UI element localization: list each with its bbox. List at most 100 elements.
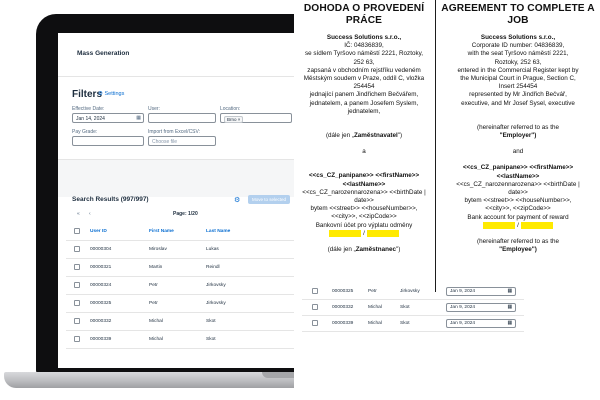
column-header-user-id[interactable]: User ID — [90, 229, 107, 234]
cell-first-name: Michal — [149, 319, 163, 324]
cell-first-name: Michal — [149, 337, 163, 342]
calendar-icon[interactable]: ▦ — [507, 321, 512, 326]
column-header-last-name[interactable]: Last Name — [206, 229, 230, 234]
cell-last-name: Skot — [206, 319, 216, 324]
en-employer-prefix: (hereinafter referred to as the — [477, 123, 559, 131]
en-employee-address: bytem <<street>> <<houseNumber>>, — [464, 197, 572, 205]
table-row[interactable]: 00000339 Michal Skot Jan 9, 2024 ▦ — [302, 316, 524, 332]
en-employee-city: <<city>>, <<zipCode>> — [485, 205, 551, 213]
bank-field-highlight — [483, 221, 516, 229]
row-checkbox[interactable] — [312, 288, 318, 294]
cell-user-id: 00000304 — [90, 247, 112, 252]
en-employee-names: <<cs_CZ_panipane>> <<firstName>> — [462, 164, 574, 172]
date-value: Jan 9, 2024 — [450, 289, 476, 294]
row-checkbox[interactable] — [74, 300, 80, 306]
cell-first-name: Michal — [368, 321, 382, 326]
row-checkbox[interactable] — [74, 246, 80, 252]
effective-date-input[interactable]: Jan 14, 2024 ▦ — [72, 113, 144, 123]
row-checkbox[interactable] — [74, 282, 80, 288]
prev-page-icon[interactable]: ‹ — [89, 211, 91, 217]
en-employee-born: <<cs_CZ_narozennarozena>> <<birthDate | — [456, 180, 580, 188]
bank-field-highlight — [329, 229, 362, 237]
cz-bank-slash: / — [363, 230, 365, 238]
pay-grade-input[interactable] — [72, 136, 144, 146]
cz-employee-names: <<cs_CZ_panipane>> <<firstName>> — [308, 172, 420, 180]
cz-company-line: 254454 — [353, 83, 375, 91]
calendar-icon[interactable]: ▦ — [507, 289, 512, 294]
location-token[interactable]: Brno × — [224, 116, 244, 123]
english-column: AGREEMENT TO COMPLETE A JOB Success Solu… — [438, 0, 598, 255]
en-employee-lastname: <<lastName>> — [496, 172, 540, 180]
select-all-checkbox[interactable] — [74, 228, 80, 234]
location-input[interactable]: Brno × — [220, 113, 292, 123]
settings-link[interactable]: ⚙ Settings — [98, 91, 124, 97]
en-company-line: Insert 254454 — [498, 83, 538, 91]
cz-employee-ref: (dále jen „Zaměstnanec") — [294, 246, 434, 254]
table-row[interactable]: 00000332 Michal Skot Jan 9, 2024 ▦ — [302, 300, 524, 316]
en-company-line: the Municipal Court in Prague, Section C… — [460, 75, 576, 83]
cz-employee-ref-suffix: ") — [395, 246, 401, 254]
page-label: Page: 1/20 — [173, 211, 198, 217]
cell-first-name: Petr — [368, 289, 377, 294]
calendar-icon[interactable]: ▦ — [507, 305, 512, 310]
date-input[interactable]: Jan 9, 2024 ▦ — [446, 303, 516, 312]
cell-last-name: Skot — [400, 305, 410, 310]
cz-employer-term: Zaměstnavatel — [353, 132, 398, 140]
en-company-line: executive, and Mr Josef Sysel, executive — [461, 99, 575, 107]
cell-user-id: 00000325 — [90, 301, 112, 306]
cell-user-id: 00000325 — [332, 289, 354, 294]
cz-employee-born: <<cs_CZ_narozennarozena>> <<birthDate | — [302, 188, 426, 196]
cz-company-line: se sídlem Tyršovo náměstí 2221, Roztoky, — [304, 50, 424, 58]
gear-icon[interactable]: ⚙ — [234, 196, 240, 204]
cell-user-id: 00000332 — [332, 305, 354, 310]
en-employee-date: date>> — [508, 189, 528, 197]
import-placeholder: Choose file — [152, 139, 178, 145]
date-input[interactable]: Jan 9, 2024 ▦ — [446, 319, 516, 328]
table-row[interactable]: 00000325 Petr Jirkovsky Jan 9, 2024 ▦ — [302, 284, 524, 300]
row-checkbox[interactable] — [74, 336, 80, 342]
user-label: User: — [148, 106, 160, 112]
row-checkbox[interactable] — [74, 318, 80, 324]
date-value: Jan 9, 2024 — [450, 321, 476, 326]
row-checkbox[interactable] — [74, 264, 80, 270]
en-company-line: Corporate ID number: 04836839, — [471, 42, 565, 50]
en-bank-line: Bank account for payment of reward — [467, 213, 569, 221]
cell-user-id: 00000339 — [332, 321, 354, 326]
date-input[interactable]: Jan 9, 2024 ▦ — [446, 287, 516, 296]
cell-first-name: Michal — [368, 305, 382, 310]
location-label: Location: — [220, 106, 241, 112]
first-page-icon[interactable]: « — [77, 211, 80, 217]
en-employee-ref-term: "Employee") — [499, 246, 537, 254]
en-and: and — [512, 148, 524, 156]
location-token-label: Brno — [227, 117, 237, 122]
english-heading: AGREEMENT TO COMPLETE A JOB — [441, 3, 595, 26]
en-company-line: represented by Mr Jindřich Bečvář, — [469, 91, 567, 99]
row-checkbox[interactable] — [312, 320, 318, 326]
cell-last-name: Jirkovsky — [206, 283, 226, 288]
en-company-line: with the seat Tyršovo náměstí 2221, — [467, 50, 569, 58]
import-file-input[interactable]: Choose file — [148, 136, 216, 146]
row-checkbox[interactable] — [312, 304, 318, 310]
en-bank-fields: / — [438, 221, 598, 230]
cell-first-name: Petr — [149, 283, 158, 288]
cz-company-line: IČ: 04836839, — [344, 42, 384, 50]
calendar-icon[interactable]: ▦ — [136, 115, 141, 121]
cz-bank-fields: / — [294, 229, 434, 238]
settings-label: Settings — [104, 91, 125, 97]
cz-employee-address: bytem <<street>> <<houseNumber>>, — [310, 205, 418, 213]
cz-employee-date: date>> — [354, 197, 374, 205]
user-input[interactable] — [148, 113, 216, 123]
en-employer-term: "Employer") — [499, 132, 537, 140]
cell-last-name: Jirkovsky — [206, 301, 226, 306]
column-header-first-name[interactable]: First Name — [149, 229, 174, 234]
cell-last-name: Reindl — [206, 265, 220, 270]
cell-first-name: Petr — [149, 301, 158, 306]
pay-grade-label: Pay Grade: — [72, 129, 98, 135]
cz-employee-lastname: <<lastName>> — [342, 180, 386, 188]
contract-document: DOHODA O PROVEDENÍ PRÁCE Success Solutio… — [294, 0, 600, 400]
cz-company-line: zapsaná v obchodním rejstříku vedeném — [307, 66, 421, 74]
cz-company-line: 252 63, — [353, 58, 375, 66]
move-to-selected-button[interactable]: Move to selected — [248, 195, 291, 204]
app-title: Mass Generation — [77, 50, 130, 57]
cz-employer-prefix: (dále jen „ — [325, 132, 354, 140]
